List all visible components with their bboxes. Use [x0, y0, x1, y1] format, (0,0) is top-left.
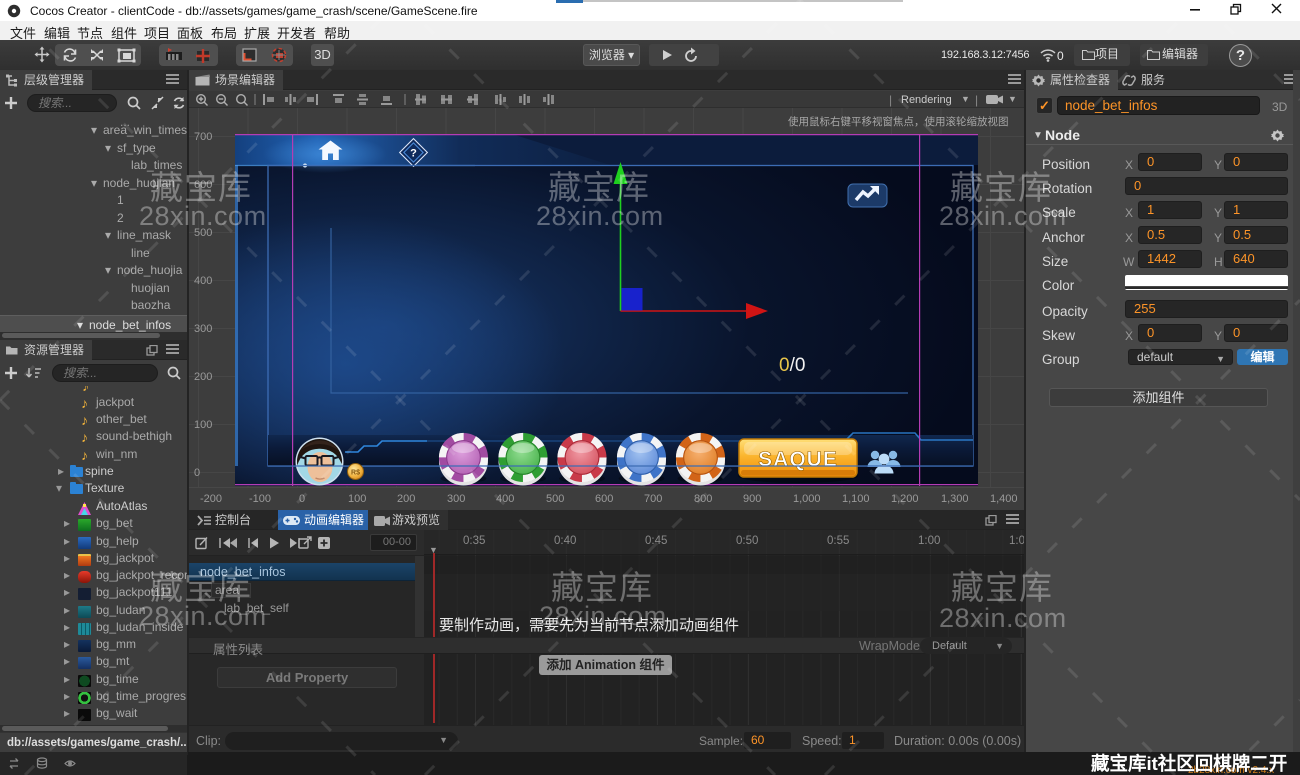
svg-text:0/0: 0/0	[779, 355, 805, 376]
svg-text:R$: R$	[351, 470, 360, 477]
svg-text:SAQUE: SAQUE	[758, 448, 838, 471]
svg-text:?: ?	[410, 148, 417, 160]
